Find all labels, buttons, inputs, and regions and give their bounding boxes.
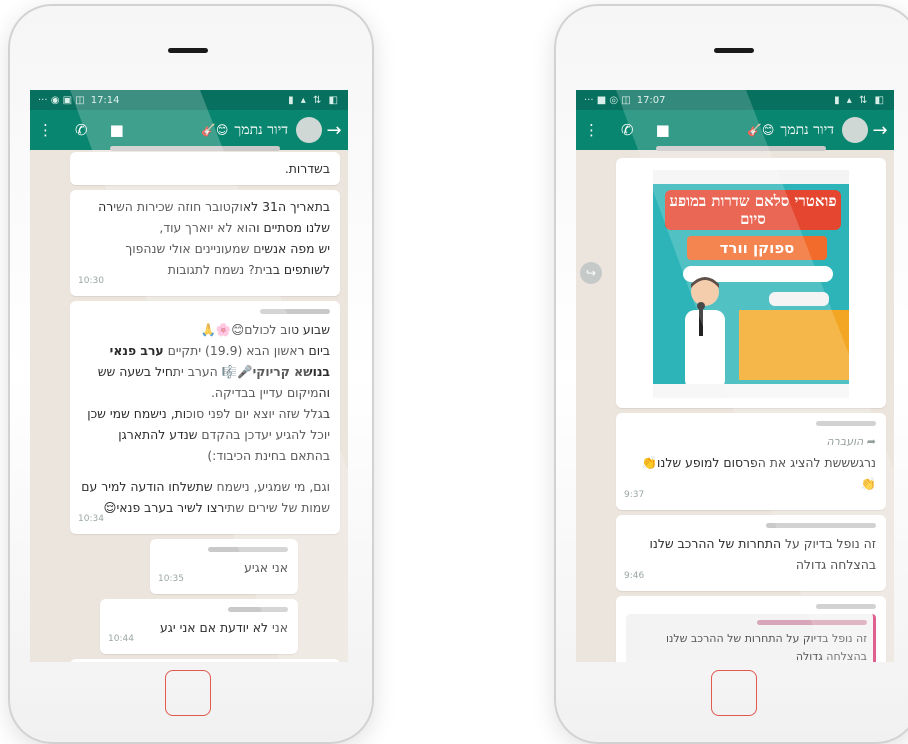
message-time: 10:35	[158, 574, 184, 584]
status-signal-icons: ▮ ▴ ⇅ ◧	[834, 94, 886, 106]
message-text: נרגשששת להציג את הפרסום למופע שלנו👏	[641, 455, 876, 470]
message-text: בשדרות.	[284, 161, 330, 176]
redacted-sender	[80, 309, 330, 315]
poster-info-panel	[739, 310, 849, 380]
quoted-reply[interactable]: זה נופל בדיוק על התחרות של ההרכב שלנו בה…	[626, 614, 876, 662]
voice-call-icon[interactable]: ✆	[621, 121, 634, 139]
title-emoji: 😊🎸	[746, 123, 775, 137]
status-bar: ▮ ▴ ⇅ ◧ ··· ◉ ▣ ◫ 17:14	[30, 90, 348, 110]
message-text: וגם, מי שמגיע, נישמח שתשלחו הודעה למיר ע…	[81, 479, 330, 515]
message-list: בשדרות. בתאריך ה31 לאוקטובר חוזה שכירות …	[30, 150, 348, 662]
message-time: 10:44	[108, 634, 134, 644]
redacted-quoted-sender	[632, 620, 867, 626]
phone-speaker	[168, 48, 208, 53]
message-bubble[interactable]: אני לא יודעת אם אני יגע 10:44	[100, 599, 298, 654]
message-time: 9:37	[624, 490, 645, 500]
app-bar-actions: ⋮ ✆ ■	[38, 110, 124, 150]
chat-app-bar: → דיור נתמך 😊🎸 ⋮ ✆ ■	[576, 110, 894, 150]
poster-footer	[653, 384, 849, 398]
redacted-sender	[626, 523, 876, 529]
phone-speaker	[714, 48, 754, 53]
redacted-sender	[110, 607, 288, 613]
poster-venue-pill	[769, 292, 829, 306]
redacted-sender	[160, 547, 288, 553]
forward-share-icon[interactable]: ↪	[580, 262, 602, 284]
chat-title[interactable]: דיור נתמך	[234, 122, 288, 139]
image-message-bubble[interactable]: פואטרי סלאם שדרות במופע סיום ספוקן וורד	[616, 158, 886, 408]
singer-illustration	[685, 277, 725, 390]
status-icons: ··· ■ ◎ ◫	[584, 94, 631, 106]
message-bubble[interactable]: בשדרות.	[70, 152, 340, 185]
message-text-line: ביום ראשון הבא (19.9) יתקיים ערב פנאי בנ…	[97, 343, 330, 400]
message-time: 9:46	[624, 571, 645, 581]
app-bar-actions: ⋮ ✆ ■	[584, 110, 670, 150]
quoted-text: זה נופל בדיוק על התחרות של ההרכב שלנו בה…	[665, 632, 867, 662]
message-bubble-partial[interactable]: זה נופל בדיוק על התחרות של ההרכב שלנו בה…	[616, 596, 886, 662]
more-menu-icon[interactable]: ⋮	[38, 121, 53, 139]
status-right-group: ··· ◉ ▣ ◫ 17:14	[38, 95, 120, 106]
message-bubble[interactable]: זה נופל בדיוק על התחרות של ההרכב שלנו בה…	[616, 515, 886, 591]
message-list: פואטרי סלאם שדרות במופע סיום ספוקן וורד	[576, 150, 894, 662]
home-button[interactable]	[165, 670, 211, 716]
poster-title: פואטרי סלאם שדרות במופע סיום	[665, 190, 841, 230]
phone-right: ▮ ▴ ⇅ ◧ ··· ■ ◎ ◫ 17:07 → דיור נתמך 😊🎸 ⋮…	[554, 4, 908, 744]
message-bubble[interactable]: שבוע טוב לכולם😊🌸🙏 ביום ראשון הבא (19.9) …	[70, 301, 340, 534]
home-button[interactable]	[711, 670, 757, 716]
message-text: יש מפה אנשים שמעוניינים אולי שנהפוך לשות…	[125, 241, 330, 277]
chat-screen-right: ▮ ▴ ⇅ ◧ ··· ■ ◎ ◫ 17:07 → דיור נתמך 😊🎸 ⋮…	[576, 90, 894, 662]
message-emoji: 👏	[860, 476, 876, 491]
chat-screen-left: ▮ ▴ ⇅ ◧ ··· ◉ ▣ ◫ 17:14 → דיור נתמך 😊🎸 ⋮…	[30, 90, 348, 662]
message-text: אני אגיע	[244, 560, 288, 575]
video-call-icon[interactable]: ■	[110, 121, 124, 139]
message-bubble-partial[interactable]	[70, 659, 340, 662]
back-arrow-icon[interactable]: →	[872, 120, 888, 141]
video-call-icon[interactable]: ■	[656, 121, 670, 139]
forwarded-label: ➦ הועברה	[826, 435, 876, 448]
message-text: אני לא יודעת אם אני יגע	[160, 620, 288, 635]
message-bubble[interactable]: ➦ הועברה נרגשששת להציג את הפרסום למופע ש…	[616, 413, 886, 510]
message-text: זה נופל בדיוק על התחרות של ההרכב שלנו בה…	[649, 536, 876, 572]
message-time: 10:34	[78, 514, 104, 524]
poster-logos	[653, 170, 849, 184]
voice-call-icon[interactable]: ✆	[75, 121, 88, 139]
group-avatar[interactable]	[296, 117, 322, 143]
message-text: בגלל שזה יוצא יום לפני סוכות, נישמח שמי …	[87, 406, 330, 463]
chat-app-bar: → דיור נתמך 😊🎸 ⋮ ✆ ■	[30, 110, 348, 150]
poster-image[interactable]: פואטרי סלאם שדרות במופע סיום ספוקן וורד	[653, 170, 849, 398]
message-text: בתאריך ה31 לאוקטובר חוזה שכירות השירה של…	[98, 199, 330, 235]
status-icons: ··· ◉ ▣ ◫	[38, 94, 85, 106]
message-time: 10:30	[78, 276, 104, 286]
title-emoji: 😊🎸	[200, 123, 229, 137]
status-time: 17:14	[90, 94, 120, 106]
back-arrow-icon[interactable]: →	[326, 120, 342, 141]
status-bar: ▮ ▴ ⇅ ◧ ··· ■ ◎ ◫ 17:07	[576, 90, 894, 110]
message-text: שבוע טוב לכולם😊🌸🙏	[200, 322, 330, 337]
phone-left: ▮ ▴ ⇅ ◧ ··· ◉ ▣ ◫ 17:14 → דיור נתמך 😊🎸 ⋮…	[8, 4, 374, 744]
chat-title[interactable]: דיור נתמך	[780, 122, 834, 139]
message-bubble[interactable]: בתאריך ה31 לאוקטובר חוזה שכירות השירה של…	[70, 190, 340, 296]
status-signal-icons: ▮ ▴ ⇅ ◧	[288, 94, 340, 106]
message-bubble[interactable]: אני אגיע 10:35	[150, 539, 298, 594]
redacted-sender	[626, 421, 876, 427]
status-time: 17:07	[636, 94, 666, 106]
redacted-sender	[626, 604, 876, 610]
group-avatar[interactable]	[842, 117, 868, 143]
poster-subtitle: ספוקן וורד	[687, 236, 827, 260]
more-menu-icon[interactable]: ⋮	[584, 121, 599, 139]
status-right-group: ··· ■ ◎ ◫ 17:07	[584, 95, 666, 106]
